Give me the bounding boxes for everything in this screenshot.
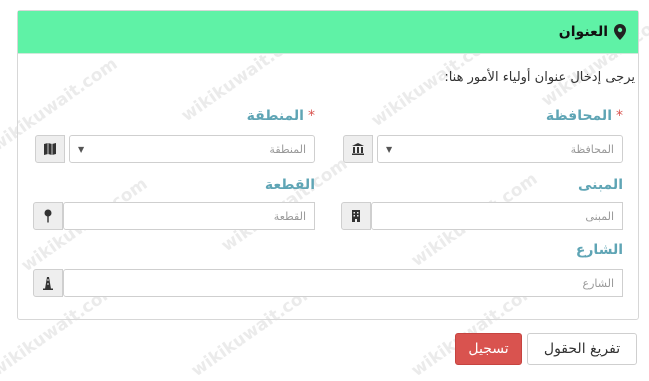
address-panel: العنوان: [17, 10, 639, 320]
clear-fields-button[interactable]: تفريغ الحقول: [527, 333, 637, 365]
register-button[interactable]: تسجيل: [455, 333, 522, 365]
panel-title: العنوان: [558, 24, 608, 40]
panel-header: العنوان: [18, 11, 638, 54]
map-marker-icon: [614, 24, 626, 40]
